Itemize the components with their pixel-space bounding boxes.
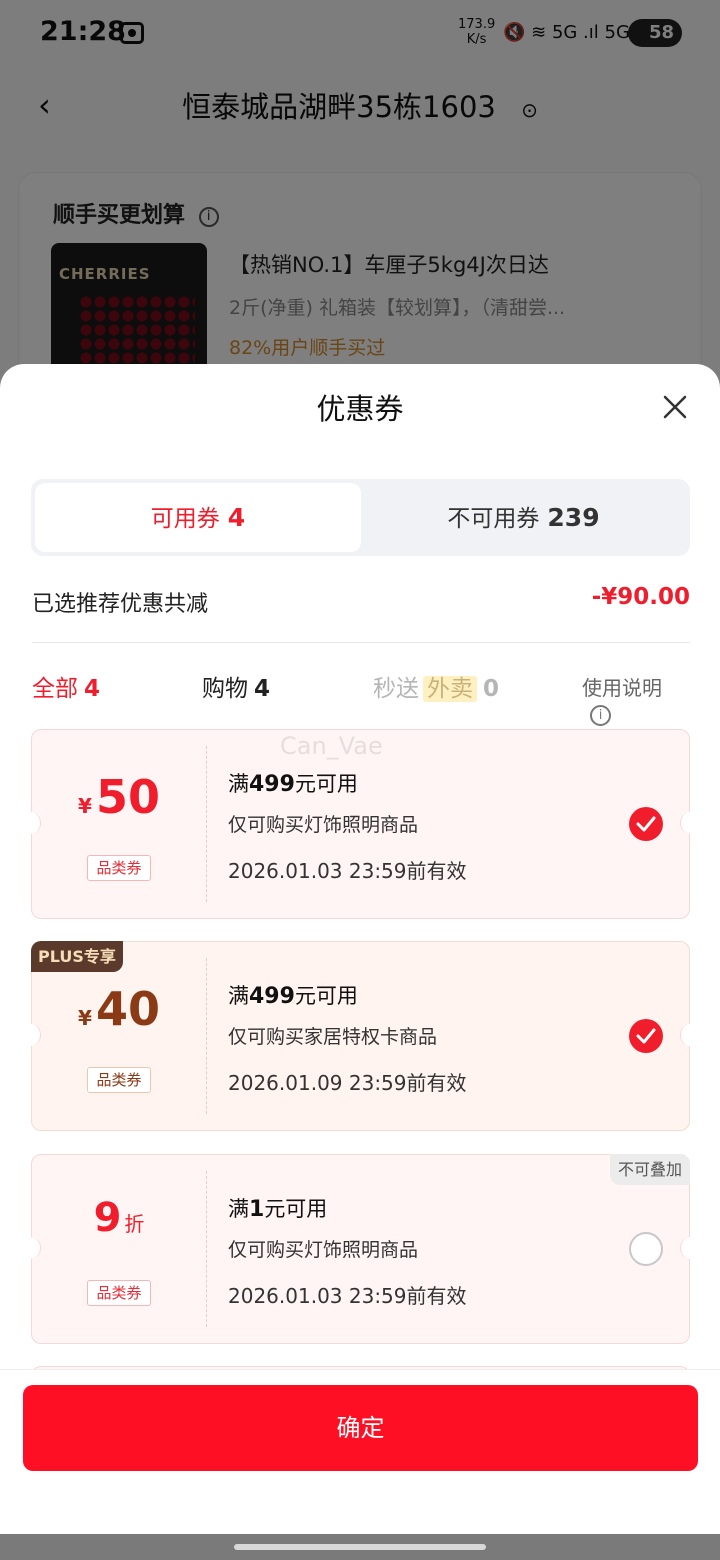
coupon-scope: 仅可购买家居特权卡商品: [228, 1026, 438, 1048]
currency-symbol: ¥: [78, 794, 92, 818]
filter-shopping-label: 购物: [202, 676, 248, 702]
filter-shopping[interactable]: 购物 4: [202, 669, 270, 703]
coupon-filters: 全部 4 购物 4 秒送 外卖 0 使用说明i: [32, 669, 690, 726]
sheet-title: 优惠券: [316, 392, 404, 426]
coupon-amount: 9折: [32, 1195, 206, 1241]
filter-delivery-count: 0: [483, 676, 500, 702]
tab-unavailable-count: 239: [547, 503, 600, 532]
watermark: Can_Vae: [280, 732, 383, 760]
usage-help-label: 使用说明: [582, 676, 662, 700]
tab-unavailable-label: 不可用券: [447, 506, 540, 532]
coupon-divider: [206, 958, 207, 1114]
condition-prefix: 满: [228, 772, 249, 796]
filter-delivery-label: 秒送: [373, 676, 419, 702]
unselected-radio[interactable]: [629, 1232, 663, 1266]
coupon-value: 9: [93, 1195, 122, 1241]
condition-prefix: 满: [228, 984, 249, 1008]
condition-prefix: 满: [228, 1197, 249, 1221]
tab-available[interactable]: 可用券 4: [35, 483, 361, 552]
coupon-value: 50: [95, 770, 160, 824]
filter-all[interactable]: 全部 4: [32, 669, 100, 703]
coupon-notch: [680, 812, 700, 834]
discount-summary-label: 已选推荐优惠共减: [32, 592, 209, 617]
coupon-notch: [680, 1024, 700, 1046]
tab-available-count: 4: [227, 503, 246, 532]
filter-takeout-label: 外卖: [423, 676, 477, 702]
currency-symbol: ¥: [78, 1006, 92, 1030]
sheet-footer: 确定: [0, 1369, 720, 1534]
coupon-notch: [680, 1237, 700, 1259]
condition-suffix: 元可用: [294, 984, 358, 1008]
info-icon: i: [590, 705, 611, 726]
usage-help-link[interactable]: 使用说明 i: [582, 672, 690, 726]
plus-exclusive-badge: PLUS专享: [31, 941, 123, 972]
filter-all-count: 4: [84, 676, 101, 702]
filter-all-label: 全部: [32, 676, 78, 702]
filter-delivery[interactable]: 秒送 外卖 0: [373, 669, 499, 703]
coupon-expiry: 2026.01.09 23:59前有效: [228, 1071, 467, 1095]
coupon-card[interactable]: PLUS专享 ¥40 品类券 满499元可用 仅可购买家居特权卡商品 2026.…: [21, 941, 700, 1131]
non-stackable-badge: 不可叠加: [609, 1154, 690, 1185]
coupon-divider: [206, 1171, 207, 1327]
coupon-value: 40: [95, 982, 160, 1036]
coupon-card[interactable]: 不可叠加 9折 品类券 满1元可用 仅可购买灯饰照明商品 2026.01.03 …: [21, 1154, 700, 1344]
condition-suffix: 元可用: [264, 1197, 328, 1221]
discount-summary-value: -¥90.00: [591, 584, 690, 610]
coupon-divider: [206, 746, 207, 902]
filter-shopping-count: 4: [254, 676, 271, 702]
coupon-condition: 满499元可用: [228, 768, 358, 798]
coupon-condition: 满1元可用: [228, 1193, 327, 1223]
home-indicator[interactable]: [234, 1544, 486, 1550]
tab-unavailable[interactable]: 不可用券 239: [361, 483, 686, 552]
selected-check-icon[interactable]: [629, 807, 663, 841]
coupon-type-tag: 品类券: [87, 855, 151, 881]
coupon-tabs: 可用券 4 不可用券 239: [31, 479, 690, 556]
tab-available-label: 可用券: [150, 506, 220, 532]
close-icon[interactable]: [660, 392, 690, 422]
condition-threshold: 499: [249, 772, 295, 797]
coupon-type-tag: 品类券: [87, 1280, 151, 1306]
system-nav-bar: [0, 1534, 720, 1560]
divider: [32, 642, 690, 643]
condition-threshold: 1: [249, 1197, 265, 1222]
coupon-type-tag: 品类券: [87, 1067, 151, 1093]
coupon-amount: ¥50: [32, 770, 206, 824]
selected-check-icon[interactable]: [629, 1019, 663, 1053]
condition-suffix: 元可用: [294, 772, 358, 796]
coupon-expiry: 2026.01.03 23:59前有效: [228, 859, 467, 883]
coupon-amount: ¥40: [32, 982, 206, 1036]
coupon-sheet: 优惠券 可用券 4 不可用券 239 已选推荐优惠共减 -¥90.00 全部 4 购物…: [0, 364, 720, 1534]
coupon-scope: 仅可购买灯饰照明商品: [228, 1239, 419, 1261]
coupon-condition: 满499元可用: [228, 980, 358, 1010]
condition-threshold: 499: [249, 984, 295, 1009]
discount-unit: 折: [124, 1212, 145, 1236]
coupon-expiry: 2026.01.03 23:59前有效: [228, 1284, 467, 1308]
confirm-button[interactable]: 确定: [23, 1385, 698, 1471]
coupon-scope: 仅可购买灯饰照明商品: [228, 814, 419, 836]
